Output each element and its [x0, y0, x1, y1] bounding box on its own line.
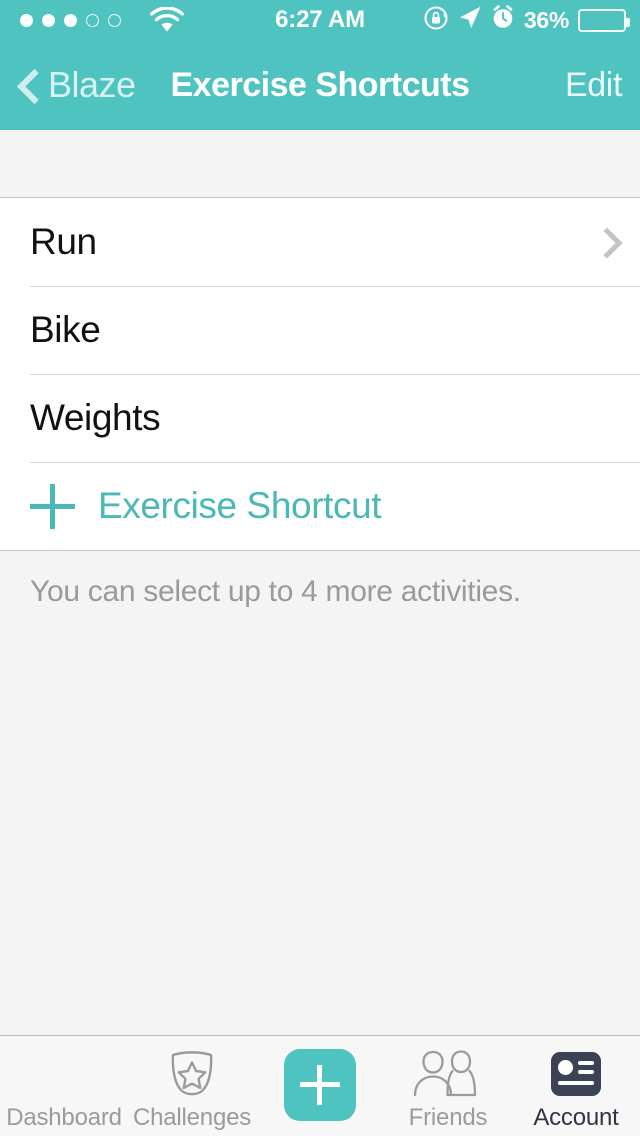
- tab-friends[interactable]: Friends: [384, 1036, 512, 1136]
- location-arrow-icon: [458, 5, 482, 35]
- tab-dashboard-label: Dashboard: [6, 1104, 122, 1131]
- status-bar-right-icons: 36%: [423, 0, 630, 40]
- tab-add[interactable]: [256, 1036, 384, 1136]
- content-area: Run Bike Weights Exercise Shortcut You c…: [0, 130, 640, 1035]
- tab-challenges-label: Challenges: [132, 1104, 252, 1131]
- section-header-spacer: [0, 130, 640, 197]
- alarm-clock-icon: [491, 5, 515, 35]
- page-title: Exercise Shortcuts: [170, 65, 470, 104]
- list-item[interactable]: Bike: [0, 286, 640, 374]
- tab-account-label: Account: [533, 1104, 619, 1131]
- friends-icon: [411, 1050, 485, 1098]
- rotation-lock-icon: [423, 5, 449, 36]
- list-item[interactable]: Run: [0, 198, 640, 286]
- tab-dashboard[interactable]: Dashboard: [0, 1036, 128, 1136]
- navigation-bar: Blaze Exercise Shortcuts Edit: [0, 40, 640, 130]
- footer-note: You can select up to 4 more activities.: [0, 551, 640, 609]
- battery-icon: [578, 8, 630, 32]
- chevron-right-icon: [596, 231, 618, 253]
- list-item-label: Bike: [30, 309, 101, 350]
- tab-challenges[interactable]: Challenges: [128, 1036, 256, 1136]
- plus-icon: [30, 483, 75, 529]
- id-card-icon: [551, 1050, 601, 1098]
- status-bar: 6:27 AM 36%: [0, 0, 640, 40]
- tab-bar: Dashboard Challenges Friends Account: [0, 1035, 640, 1136]
- list-item[interactable]: Weights: [0, 374, 640, 462]
- list-item-label: Weights: [30, 397, 161, 438]
- shield-star-icon: [168, 1050, 216, 1098]
- fitbit-dots-icon: [38, 1050, 90, 1098]
- plus-icon[interactable]: [284, 1049, 356, 1121]
- battery-percent-label: 36%: [523, 6, 569, 33]
- tab-account[interactable]: Account: [512, 1036, 640, 1136]
- add-exercise-shortcut-label: Exercise Shortcut: [98, 485, 382, 526]
- tab-friends-label: Friends: [408, 1104, 488, 1131]
- add-exercise-shortcut-button[interactable]: Exercise Shortcut: [0, 462, 640, 550]
- exercise-shortcuts-list: Run Bike Weights Exercise Shortcut: [0, 197, 640, 551]
- list-item-label: Run: [30, 221, 97, 262]
- edit-button[interactable]: Edit: [565, 40, 622, 130]
